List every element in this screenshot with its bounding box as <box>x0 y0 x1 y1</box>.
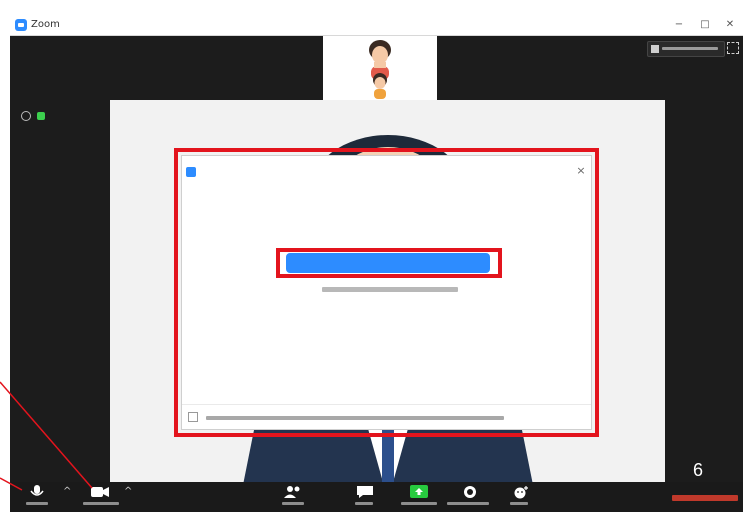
annotation-line-mute <box>0 477 23 491</box>
end-meeting-button[interactable] <box>672 495 738 501</box>
auto-join-audio-label <box>206 416 504 420</box>
dialog-footer-divider <box>182 404 591 405</box>
auto-join-audio-checkbox[interactable] <box>188 412 198 422</box>
test-computer-audio-link[interactable] <box>322 287 458 292</box>
join-with-computer-audio-button[interactable] <box>286 253 490 273</box>
join-audio-dialog <box>182 156 591 429</box>
dialog-close-icon[interactable]: × <box>574 164 588 178</box>
slide-page-number: 6 <box>693 460 704 480</box>
annotation-line-video <box>0 381 93 489</box>
zoom-logo-icon <box>186 167 196 177</box>
